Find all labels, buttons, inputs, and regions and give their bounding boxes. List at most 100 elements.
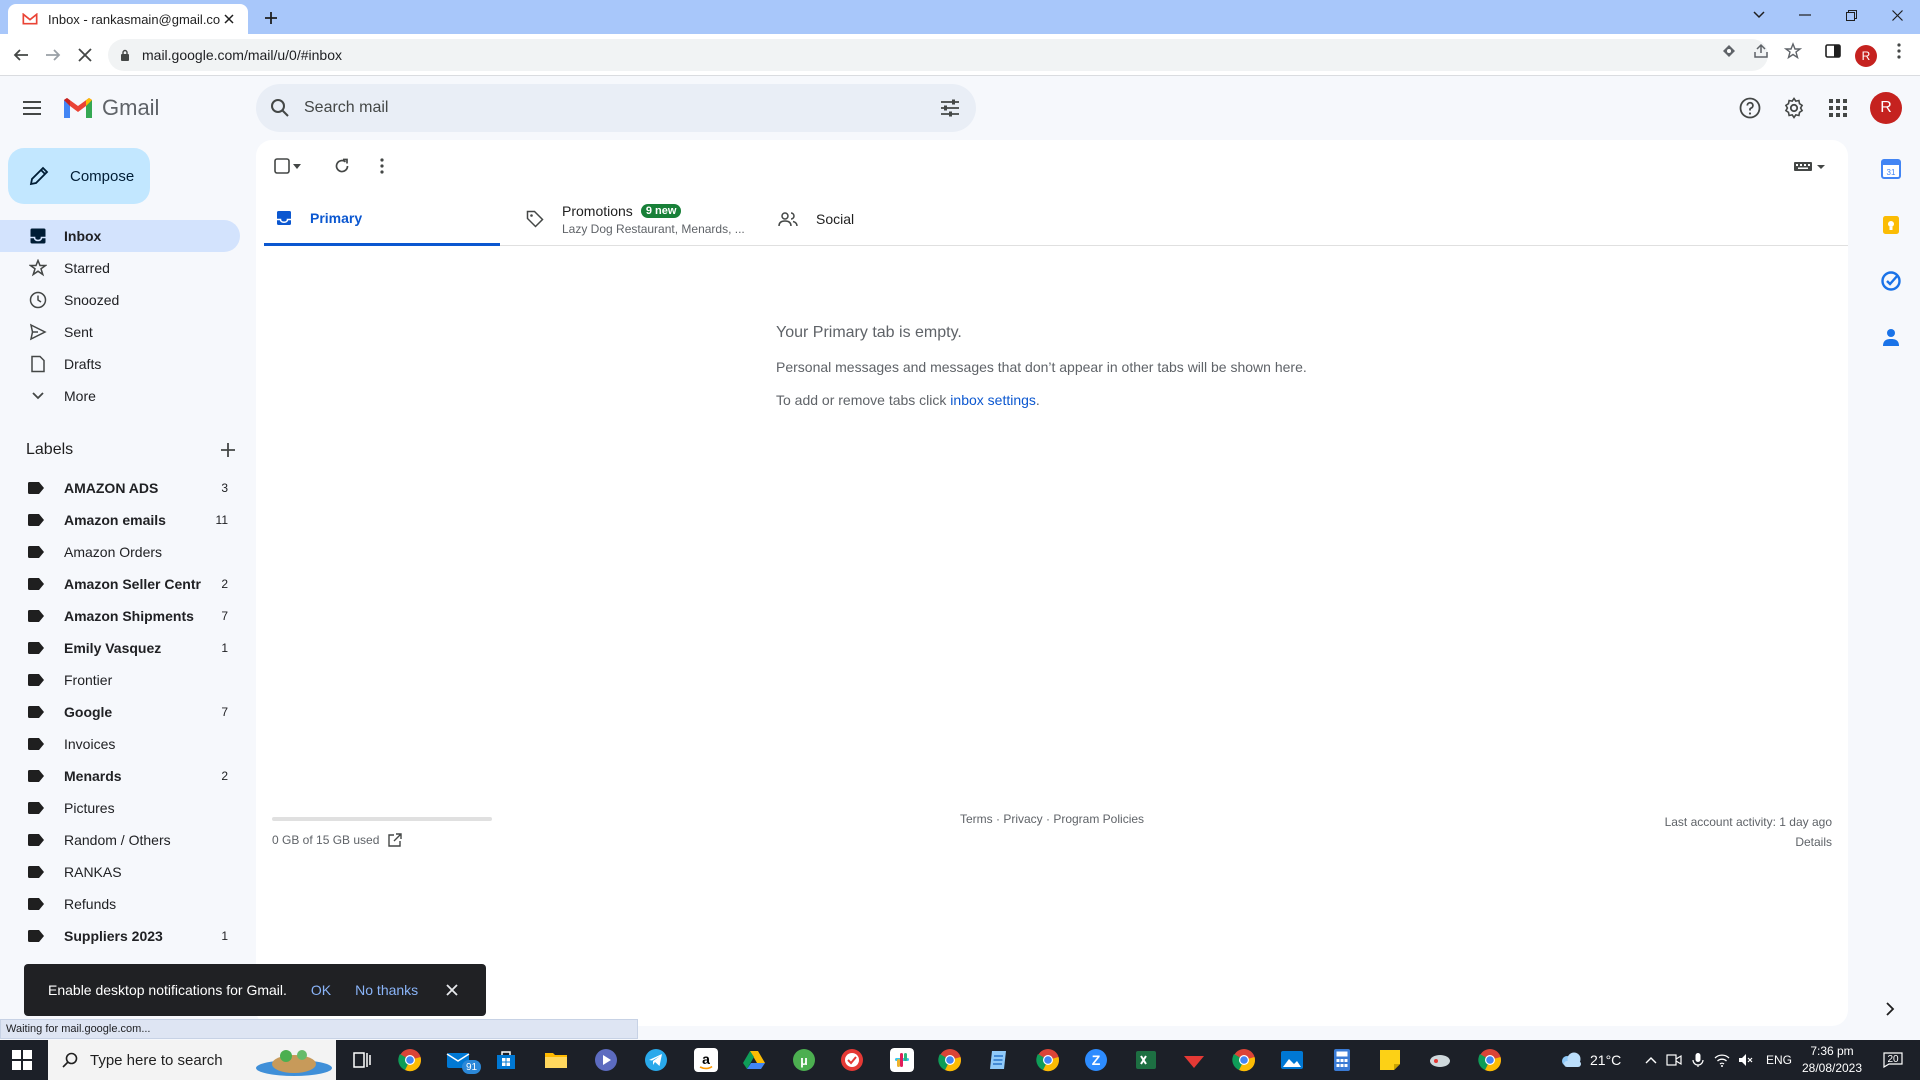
sidebar-item-more[interactable]: More	[0, 380, 240, 412]
footer-links[interactable]: Terms · Privacy · Program Policies	[960, 812, 1144, 826]
bookmark-star-icon[interactable]	[1784, 42, 1802, 60]
chrome-icon[interactable]	[938, 1048, 962, 1072]
speaker-muted-icon[interactable]	[1738, 1052, 1754, 1068]
label-pictures[interactable]: Pictures	[0, 792, 240, 824]
tab-social[interactable]: Social	[778, 192, 854, 246]
task-view-icon[interactable]	[350, 1048, 374, 1072]
label-suppliers-2023[interactable]: Suppliers 2023 1	[0, 920, 240, 952]
label-google[interactable]: Google 7	[0, 696, 240, 728]
photos-icon[interactable]	[1280, 1048, 1304, 1072]
calculator-icon[interactable]	[1330, 1048, 1354, 1072]
search-options-icon[interactable]	[938, 96, 962, 120]
language-indicator[interactable]: ENG	[1766, 1040, 1792, 1080]
extension-icon[interactable]	[1720, 42, 1738, 60]
browser-menu-icon[interactable]	[1890, 42, 1908, 60]
sidebar-item-starred[interactable]: Starred	[0, 252, 240, 284]
chrome-icon[interactable]	[398, 1048, 422, 1072]
label-invoices[interactable]: Invoices	[0, 728, 240, 760]
speed-app-icon[interactable]	[1182, 1048, 1206, 1072]
sidebar-item-inbox[interactable]: Inbox	[0, 220, 240, 252]
telegram-icon[interactable]	[644, 1048, 668, 1072]
settings-gear-icon[interactable]	[1782, 96, 1806, 120]
search-bar[interactable]	[256, 84, 976, 132]
tab-promotions[interactable]: Promotions 9 new Lazy Dog Restaurant, Me…	[526, 192, 745, 246]
open-in-new-icon[interactable]	[387, 832, 403, 848]
chrome-icon[interactable]	[1232, 1048, 1256, 1072]
sticky-notes-icon[interactable]	[1378, 1048, 1402, 1072]
label-frontier[interactable]: Frontier	[0, 664, 240, 696]
select-dropdown-icon[interactable]	[290, 154, 304, 178]
task-app-icon[interactable]	[840, 1048, 864, 1072]
microphone-icon[interactable]	[1690, 1052, 1706, 1068]
close-icon[interactable]	[444, 982, 460, 998]
refresh-icon[interactable]	[330, 154, 354, 178]
google-drive-icon[interactable]	[742, 1048, 766, 1072]
forward-icon[interactable]	[38, 40, 68, 70]
label-amazon-ads[interactable]: AMAZON ADS 3	[0, 472, 240, 504]
details-link[interactable]: Details	[1665, 832, 1832, 852]
main-menu-icon[interactable]	[20, 96, 44, 120]
gmail-logo[interactable]: Gmail	[62, 95, 159, 121]
inbox-settings-link[interactable]: inbox settings	[950, 392, 1036, 408]
excel-icon[interactable]	[1134, 1048, 1158, 1072]
file-explorer-icon[interactable]	[544, 1048, 568, 1072]
label-amazon-shipments[interactable]: Amazon Shipments 7	[0, 600, 240, 632]
minimize-icon[interactable]	[1782, 0, 1828, 30]
label-emily-vasquez[interactable]: Emily Vasquez 1	[0, 632, 240, 664]
calendar-icon[interactable]: 31	[1880, 158, 1902, 180]
sidebar-item-sent[interactable]: Sent	[0, 316, 240, 348]
back-icon[interactable]	[6, 40, 36, 70]
new-tab-icon[interactable]	[259, 6, 283, 30]
stop-loading-icon[interactable]	[70, 40, 100, 70]
sidebar-item-drafts[interactable]: Drafts	[0, 348, 240, 380]
utorrent-icon[interactable]: µ	[792, 1048, 816, 1072]
system-clock[interactable]: 7:36 pm 28/08/2023	[1800, 1043, 1864, 1077]
game-app-icon[interactable]	[1428, 1048, 1452, 1072]
notification-center[interactable]: 20	[1876, 1040, 1910, 1080]
close-tab-icon[interactable]	[220, 10, 238, 28]
toast-ok-button[interactable]: OK	[311, 982, 331, 998]
address-bar[interactable]: mail.google.com/mail/u/0/#inbox	[108, 39, 1768, 71]
meet-now-icon[interactable]	[1666, 1052, 1682, 1068]
restore-icon[interactable]	[1828, 0, 1874, 30]
toast-no-thanks-button[interactable]: No thanks	[355, 982, 418, 998]
weather-temp[interactable]: 21°C	[1590, 1040, 1621, 1080]
label-amazon-seller-central[interactable]: Amazon Seller Centr 2	[0, 568, 240, 600]
keep-icon[interactable]	[1880, 214, 1902, 236]
close-window-icon[interactable]	[1874, 0, 1920, 30]
search-input[interactable]	[304, 99, 904, 117]
chevron-up-icon[interactable]	[1644, 1054, 1658, 1066]
compose-button[interactable]: Compose	[8, 148, 150, 204]
label-rankas[interactable]: RANKAS	[0, 856, 240, 888]
media-app-icon[interactable]	[594, 1048, 618, 1072]
zoom-icon[interactable]: Z	[1084, 1048, 1108, 1072]
label-random-others[interactable]: Random / Others	[0, 824, 240, 856]
microsoft-store-icon[interactable]	[494, 1048, 518, 1072]
search-icon[interactable]	[270, 98, 290, 118]
sidebar-item-snoozed[interactable]: Snoozed	[0, 284, 240, 316]
label-menards[interactable]: Menards 2	[0, 760, 240, 792]
wifi-icon[interactable]	[1714, 1052, 1730, 1068]
help-icon[interactable]	[1738, 96, 1762, 120]
label-refunds[interactable]: Refunds	[0, 888, 240, 920]
browser-profile-avatar[interactable]: R	[1855, 45, 1877, 67]
tab-primary[interactable]: Primary	[264, 192, 500, 246]
label-amazon-orders[interactable]: Amazon Orders	[0, 536, 240, 568]
add-label-icon[interactable]	[220, 442, 236, 458]
contacts-icon[interactable]	[1880, 326, 1902, 348]
chrome-active-icon[interactable]	[1478, 1048, 1502, 1072]
amazon-icon[interactable]: a	[694, 1048, 718, 1072]
label-amazon-emails[interactable]: Amazon emails 11	[0, 504, 240, 536]
chrome-profile-icon[interactable]	[1036, 1048, 1060, 1072]
share-icon[interactable]	[1752, 42, 1770, 60]
tasks-icon[interactable]	[1880, 270, 1902, 292]
notepad-icon[interactable]	[986, 1048, 1010, 1072]
expand-panel-icon[interactable]	[1882, 1001, 1898, 1017]
slack-icon[interactable]	[890, 1048, 914, 1072]
google-apps-icon[interactable]	[1826, 96, 1850, 120]
side-panel-icon[interactable]	[1824, 42, 1842, 60]
account-avatar[interactable]: R	[1870, 92, 1902, 124]
tab-search-icon[interactable]	[1736, 0, 1782, 30]
browser-tab[interactable]: Inbox - rankasmain@gmail.com	[8, 4, 248, 34]
input-tools-icon[interactable]	[1792, 154, 1828, 178]
